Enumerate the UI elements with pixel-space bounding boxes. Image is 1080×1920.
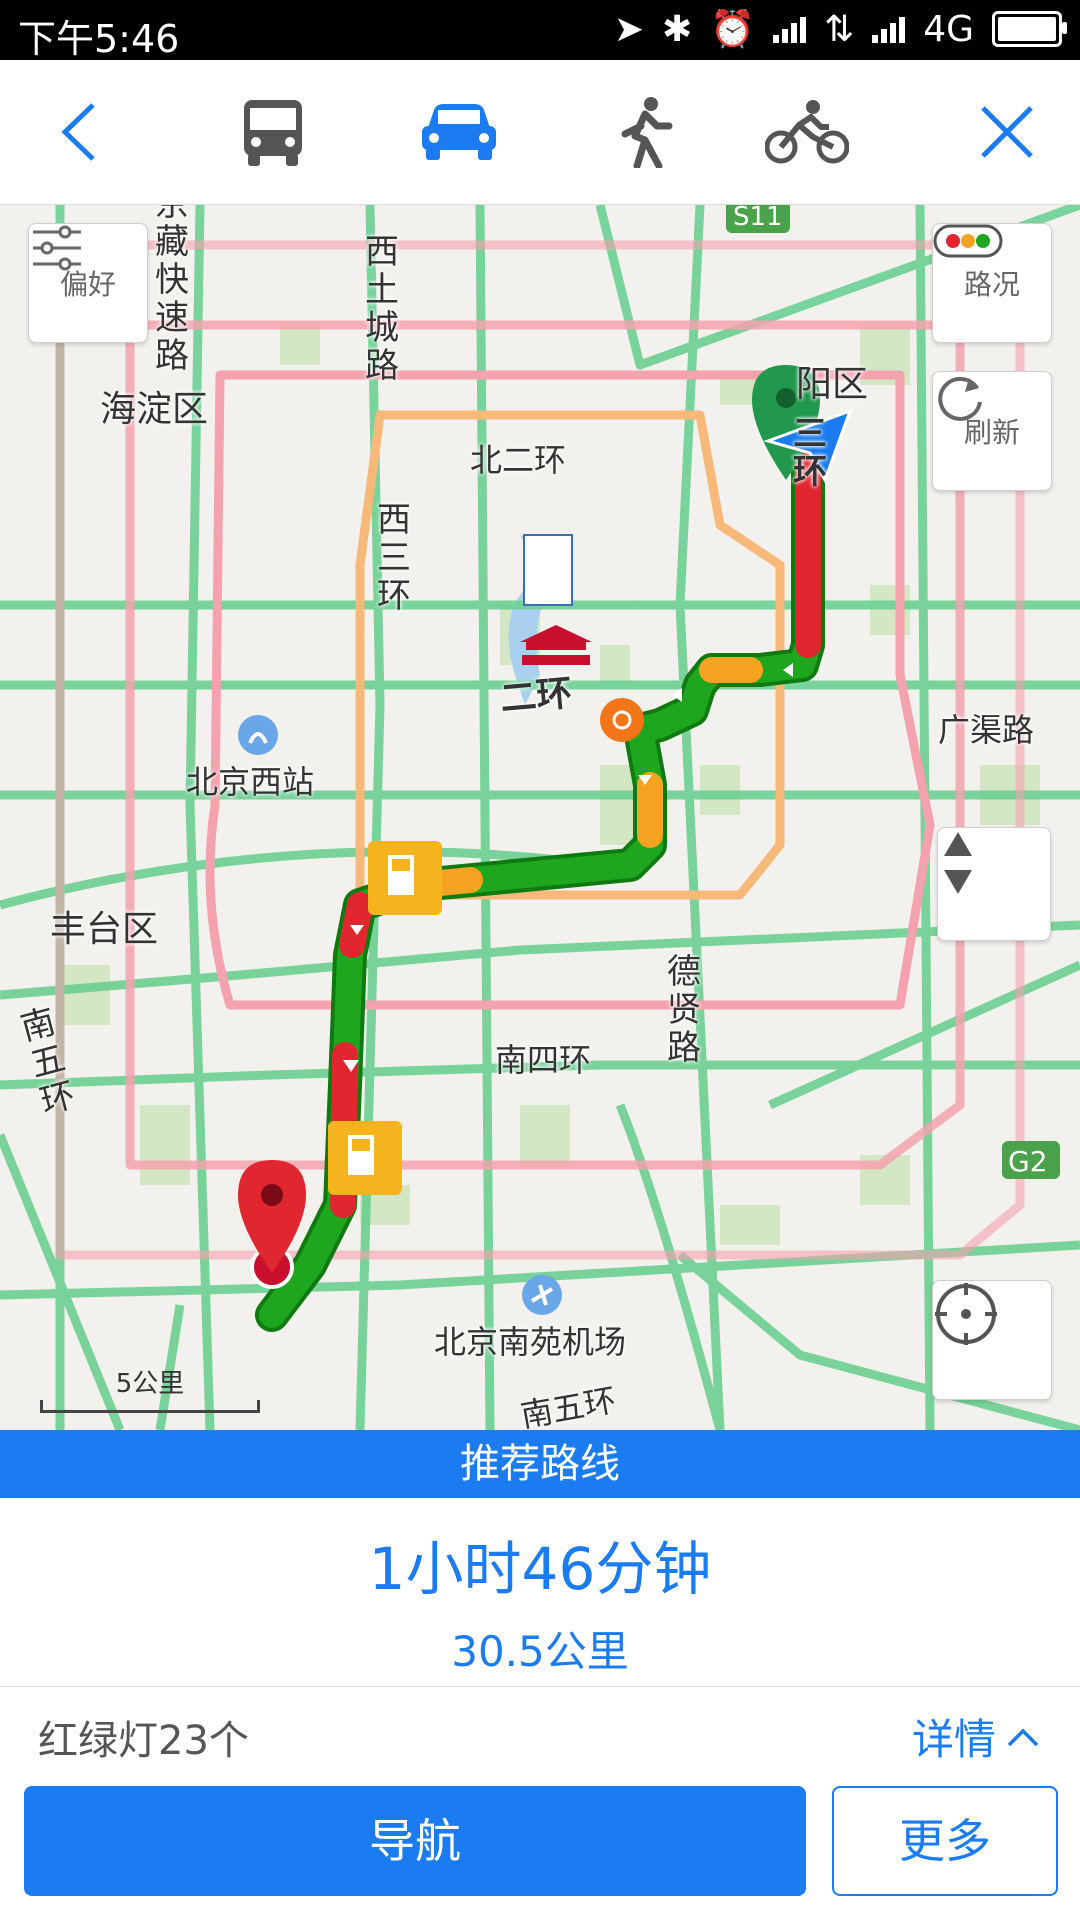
divider <box>0 1686 1080 1687</box>
back-button[interactable] <box>26 80 136 184</box>
label-nansihuan: 南四环 <box>495 1041 592 1079</box>
refresh-button[interactable]: 刷新 <box>932 371 1052 491</box>
sliders-icon <box>33 225 81 271</box>
car-mode-button[interactable] <box>404 80 514 184</box>
back-arrow-icon <box>61 103 95 161</box>
bluetooth-icon: ✱ <box>662 8 693 50</box>
location-icon: ➤ <box>613 8 645 50</box>
data-transfer-icon: ⇅ <box>824 8 855 50</box>
locate-icon <box>935 1283 997 1345</box>
status-icons: ➤ ✱ ⏰ ⇅ 4G <box>613 8 1067 50</box>
refresh-icon <box>938 376 982 421</box>
route-map[interactable]: S11 G2 海淀区 阳区 丰台区 北二环 广渠路 北京西站 南四环 北京南苑机… <box>0 205 1080 1430</box>
close-icon <box>981 106 1033 158</box>
more-button[interactable]: 更多 <box>832 1786 1058 1896</box>
route-distance: 30.5公里 <box>451 1627 629 1676</box>
label-beijingxizhan: 北京西站 <box>186 763 315 801</box>
label-guangqulu: 广渠路 <box>938 711 1035 749</box>
label-beierhuan: 北二环 <box>470 441 567 479</box>
recommended-route-tab[interactable]: 推荐路线 <box>0 1430 1080 1498</box>
up-down-arrows-icon <box>944 832 972 894</box>
s11-shield: S11 <box>733 205 783 232</box>
scale-label: 5公里 <box>115 1369 185 1399</box>
preference-button[interactable]: 偏好 <box>28 223 148 343</box>
label-xisanhuan: 西三环 <box>377 500 411 616</box>
network-type: 4G <box>923 8 974 50</box>
label-chaoyang: 阳区 <box>796 364 869 405</box>
label-erhuan: 二环 <box>498 672 574 721</box>
waypoint-marker <box>600 698 644 742</box>
car-icon <box>422 104 496 160</box>
alarm-icon: ⏰ <box>710 9 756 50</box>
bus-icon <box>244 100 302 166</box>
label-sanhuan: 三环 <box>793 414 827 492</box>
traffic-button[interactable]: 路况 <box>932 223 1052 343</box>
bike-icon <box>765 100 849 164</box>
traffic-label: 路况 <box>963 268 1020 301</box>
signal-icon-2 <box>872 15 906 43</box>
signal-icon <box>773 15 807 43</box>
locate-button[interactable] <box>932 1280 1052 1400</box>
details-button[interactable]: 详情 <box>912 1706 1040 1767</box>
close-button[interactable] <box>952 80 1062 184</box>
label-nanyuan-airport: 北京南苑机场 <box>434 1323 627 1361</box>
status-time: 下午5:46 <box>18 17 180 61</box>
walk-icon <box>621 97 673 168</box>
label-fengtai: 丰台区 <box>50 909 159 950</box>
transport-mode-bar <box>0 60 1080 205</box>
label-haidian: 海淀区 <box>100 389 209 430</box>
details-label: 详情 <box>911 1715 996 1764</box>
bus-mode-button[interactable] <box>218 80 328 184</box>
bike-mode-button[interactable] <box>752 80 862 184</box>
route-duration: 1小时46分钟 <box>368 1535 712 1603</box>
compass-toggle-button[interactable] <box>937 827 1051 941</box>
navigate-button[interactable]: 导航 <box>24 1786 806 1896</box>
chevron-up-icon <box>1007 1728 1039 1746</box>
traffic-lights-count: 红绿灯23个 <box>38 1718 249 1764</box>
label-dexianlu: 德贤路 <box>667 952 701 1068</box>
battery-icon <box>992 11 1067 47</box>
label-jingzang: 京藏快速路 <box>155 205 189 376</box>
tiananmen-icon <box>520 534 592 665</box>
status-bar: 下午5:46 ➤ ✱ ⏰ ⇅ 4G <box>0 0 1080 61</box>
map-scale: 5公里 <box>40 1363 260 1413</box>
traffic-light-icon <box>933 224 1003 258</box>
g2-shield: G2 <box>1008 1145 1048 1178</box>
walk-mode-button[interactable] <box>590 80 700 184</box>
label-xituchenglu: 西土城路 <box>365 232 399 386</box>
